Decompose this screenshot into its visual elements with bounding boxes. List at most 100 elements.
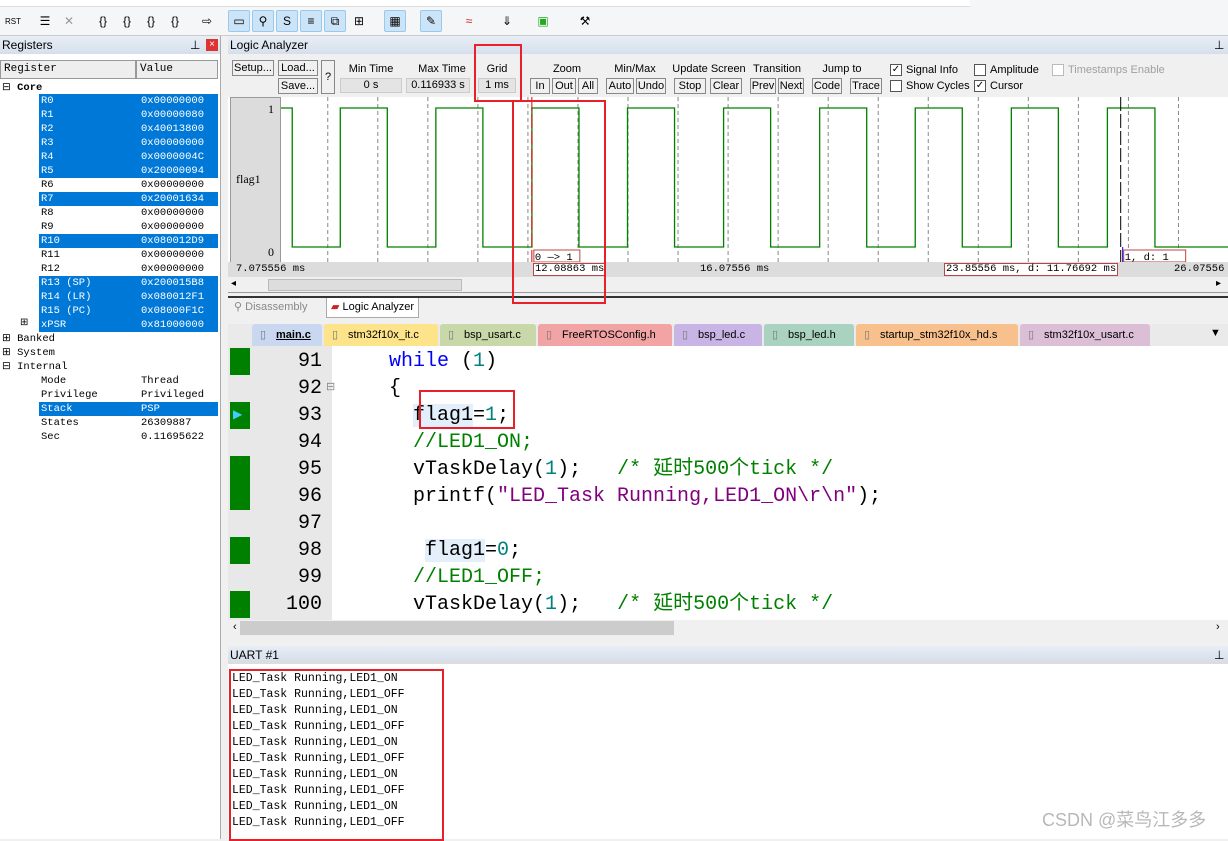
scrollbar-thumb[interactable] <box>268 279 462 291</box>
fold-icon[interactable]: ⊟ <box>326 375 335 402</box>
tree-group-0[interactable]: ⊞ Banked <box>2 332 55 346</box>
step-over-icon[interactable]: {} <box>116 10 138 32</box>
show-next-statement-icon[interactable]: ⇨ <box>196 10 218 32</box>
register-value[interactable]: 0x00000000 <box>141 262 204 276</box>
jump-code-button[interactable]: Code <box>812 78 842 94</box>
symbols-window-icon[interactable]: S <box>276 10 298 32</box>
register-value[interactable]: Thread <box>141 374 179 388</box>
register-value[interactable]: PSP <box>141 402 160 416</box>
step-into-icon[interactable]: {} <box>92 10 114 32</box>
toolbox-icon[interactable]: ⚒ <box>574 10 596 32</box>
code-line[interactable]: ▶ 93 flag1=1; <box>228 402 1228 429</box>
file-tab[interactable]: ▯ bsp_usart.c <box>440 324 536 346</box>
register-value[interactable]: 0x00000000 <box>141 178 204 192</box>
file-tab[interactable]: ▯ FreeRTOSConfig.h <box>538 324 672 346</box>
register-row[interactable]: R15 (PC) 0x08000F1C <box>39 304 218 318</box>
register-value[interactable]: 0x81000000 <box>141 318 204 332</box>
tree-group-2[interactable]: ⊟ Internal <box>2 360 68 374</box>
run-to-cursor-icon[interactable]: {} <box>164 10 186 32</box>
expand-icon[interactable]: ⊞ <box>2 333 17 345</box>
disassembly-list-icon[interactable]: ☰ <box>34 10 56 32</box>
code-line[interactable]: 99 //LED1_OFF; <box>228 564 1228 591</box>
scroll-left-icon[interactable]: ◂ <box>231 278 236 289</box>
disassembly-window-icon[interactable]: ⚲ <box>252 10 274 32</box>
register-row[interactable]: R0 0x00000000 <box>39 94 218 108</box>
tree-group-1[interactable]: ⊞ System <box>2 346 55 360</box>
zoom-out-button[interactable]: Out <box>552 78 576 94</box>
register-row[interactable]: R13 (SP) 0x200015B8 <box>39 276 218 290</box>
register-value[interactable]: 0x08000F1C <box>141 304 204 318</box>
scrollbar-thumb[interactable] <box>240 621 674 635</box>
undo-button[interactable]: Undo <box>636 78 666 94</box>
code-editor[interactable]: 91 while (1) 92 ⊟ {▶ 93 flag1=1; 94 //LED1_O… <box>228 346 1228 620</box>
register-row[interactable]: R14 (LR) 0x080012F1 <box>39 290 218 304</box>
code-line[interactable]: 98 flag1=0; <box>228 537 1228 564</box>
pin-icon[interactable]: ⊥ <box>1214 646 1224 664</box>
serial-window-icon[interactable]: ✎ <box>420 10 442 32</box>
zoom-in-button[interactable]: In <box>530 78 550 94</box>
register-row[interactable]: Mode Thread <box>39 374 218 388</box>
scroll-right-icon[interactable]: › <box>1216 621 1220 633</box>
register-row[interactable]: R9 0x00000000 <box>39 220 218 234</box>
step-out-icon[interactable]: {} <box>140 10 162 32</box>
show-cycles-checkbox[interactable]: Show Cycles <box>890 80 970 92</box>
register-row[interactable]: R11 0x00000000 <box>39 248 218 262</box>
file-tab[interactable]: ▯ stm32f10x_it.c <box>324 324 438 346</box>
signal-name-flag1[interactable]: flag1 <box>236 172 261 187</box>
checkbox-box[interactable]: ✓ <box>890 64 902 76</box>
register-value[interactable]: 0x080012F1 <box>141 290 204 304</box>
waveform-area[interactable]: 1 flag1 0 0 —> 1 1, d: 1 <box>228 97 1228 263</box>
collapse-icon[interactable]: ⊟ <box>2 361 17 373</box>
checkbox-box[interactable]: ✓ <box>974 80 986 92</box>
auto-button[interactable]: Auto <box>606 78 634 94</box>
code-line[interactable]: 96 printf("LED_Task Running,LED1_ON\r\n"… <box>228 483 1228 510</box>
register-row[interactable]: R3 0x00000000 <box>39 136 218 150</box>
register-value[interactable]: 0x00000000 <box>141 206 204 220</box>
setup-button[interactable]: Setup... <box>232 60 274 76</box>
expand-icon[interactable]: ⊞ <box>2 347 17 359</box>
timestamps-enable-checkbox[interactable]: Timestamps Enable <box>1052 64 1165 76</box>
collapse-icon[interactable]: ⊟ <box>2 82 17 94</box>
trace-window-icon[interactable]: ⇓ <box>496 10 518 32</box>
close-icon[interactable]: × <box>206 39 218 51</box>
register-value[interactable]: 0x00000000 <box>141 136 204 150</box>
registers-window-icon[interactable]: ≡ <box>300 10 322 32</box>
code-line[interactable]: 91 while (1) <box>228 348 1228 375</box>
next-transition-button[interactable]: Next <box>778 78 804 94</box>
file-tab[interactable]: ▯ bsp_led.c <box>674 324 762 346</box>
save-button[interactable]: Save... <box>278 78 318 94</box>
register-value[interactable]: 0x00000000 <box>141 94 204 108</box>
signal-info-checkbox[interactable]: ✓ Signal Info <box>890 64 958 76</box>
register-row[interactable]: R7 0x20001634 <box>39 192 218 206</box>
column-header-value[interactable]: Value <box>136 60 218 79</box>
register-row[interactable]: R6 0x00000000 <box>39 178 218 192</box>
horizontal-scrollbar[interactable]: ◂ ▸ <box>228 277 1228 293</box>
code-line[interactable]: 94 //LED1_ON; <box>228 429 1228 456</box>
call-stack-icon[interactable]: ⧉ <box>324 10 346 32</box>
jump-trace-button[interactable]: Trace <box>850 78 882 94</box>
register-value[interactable]: 0x080012D9 <box>141 234 204 248</box>
pin-icon[interactable]: ⊥ <box>1214 36 1224 54</box>
tabs-dropdown-icon[interactable]: ▼ <box>1210 327 1221 339</box>
register-value[interactable]: 0x200015B8 <box>141 276 204 290</box>
reset-icon[interactable]: RST <box>2 10 24 32</box>
stop-button[interactable]: Stop <box>674 78 706 94</box>
file-tab[interactable]: ▯ startup_stm32f10x_hd.s <box>856 324 1018 346</box>
prev-transition-button[interactable]: Prev <box>750 78 776 94</box>
memory-window-icon[interactable]: ▦ <box>384 10 406 32</box>
register-row[interactable]: R2 0x40013800 <box>39 122 218 136</box>
code-line[interactable]: 97 <box>228 510 1228 537</box>
register-value[interactable]: 0x0000004C <box>141 150 204 164</box>
pin-icon[interactable]: ⊥ <box>190 36 200 54</box>
column-header-register[interactable]: Register <box>0 60 136 79</box>
tab-disassembly[interactable]: ⚲ Disassembly <box>230 298 311 318</box>
scroll-right-icon[interactable]: ▸ <box>1216 278 1221 289</box>
register-row[interactable]: R4 0x0000004C <box>39 150 218 164</box>
register-value[interactable]: 0x00000000 <box>141 220 204 234</box>
system-viewer-icon[interactable]: ▣ <box>532 10 554 32</box>
code-horizontal-scrollbar[interactable]: ‹ › <box>228 620 1228 637</box>
register-row[interactable]: R1 0x00000080 <box>39 108 218 122</box>
clear-button[interactable]: Clear <box>710 78 742 94</box>
register-value[interactable]: Privileged <box>141 388 204 402</box>
register-value[interactable]: 0x00000080 <box>141 108 204 122</box>
